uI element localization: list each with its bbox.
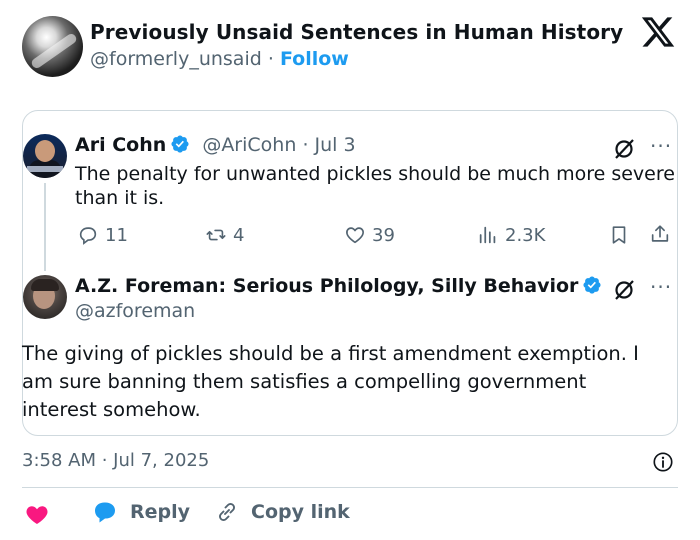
link-icon <box>219 503 235 521</box>
copy-link-label: Copy link <box>251 501 350 523</box>
more-options-icon[interactable]: ··· <box>650 134 672 158</box>
verified-badge-icon <box>583 276 601 294</box>
reply-icon <box>79 227 97 245</box>
retweet-count: 4 <box>233 224 245 246</box>
ari-cohn-avatar[interactable] <box>23 134 67 178</box>
reply-author-handle[interactable]: @azforeman <box>75 300 195 322</box>
account-handle[interactable]: @formerly_unsaid <box>90 48 262 70</box>
account-avatar[interactable] <box>22 16 83 77</box>
reply-author-name[interactable]: A.Z. Foreman: Serious Philology, Silly B… <box>75 275 578 297</box>
post-timestamp[interactable]: 3:58 AM · Jul 7, 2025 <box>22 450 209 471</box>
views-action[interactable]: 2.3K <box>477 224 545 246</box>
retweet-icon <box>206 229 226 241</box>
views-count: 2.3K <box>505 224 546 246</box>
share-icon[interactable] <box>649 223 671 245</box>
az-foreman-avatar[interactable] <box>23 275 67 319</box>
reply-tweet-text: The giving of pickles should be a first … <box>22 342 639 421</box>
like-icon <box>346 227 364 244</box>
comment-bubble-icon <box>95 502 115 523</box>
quoted-tweet-text: The penalty for unwanted pickles should … <box>75 163 675 209</box>
more-options-icon[interactable]: ··· <box>650 275 672 299</box>
quoted-tweet-date[interactable]: Jul 3 <box>315 134 356 156</box>
divider <box>22 487 678 488</box>
reply-button[interactable]: Reply <box>92 500 190 524</box>
views-icon <box>479 226 496 244</box>
quoted-tweet-header: Ari Cohn @AriCohn · Jul 3 <box>75 134 356 156</box>
reply-label: Reply <box>130 501 191 523</box>
like-action[interactable]: 39 <box>344 224 395 246</box>
follow-button[interactable]: Follow <box>280 48 349 70</box>
separator-dot: · <box>302 134 309 156</box>
grok-icon[interactable] <box>612 278 636 302</box>
bookmark-icon[interactable] <box>608 224 630 246</box>
retweet-action[interactable]: 4 <box>205 224 244 246</box>
separator-dot: · <box>267 48 274 70</box>
account-handle-line: @formerly_unsaid · Follow <box>90 48 349 70</box>
account-display-name[interactable]: Previously Unsaid Sentences in Human His… <box>90 20 623 44</box>
copy-link-button[interactable]: Copy link <box>215 500 350 524</box>
quoted-author-handle[interactable]: @AriCohn <box>202 134 296 156</box>
reply-action[interactable]: 11 <box>77 224 128 246</box>
like-count: 39 <box>372 224 395 246</box>
thread-connector-line <box>44 183 46 271</box>
reply-tweet-header: A.Z. Foreman: Serious Philology, Silly B… <box>75 275 602 297</box>
x-logo-icon[interactable] <box>640 14 676 50</box>
heart-icon[interactable] <box>25 503 49 525</box>
info-icon[interactable] <box>652 451 674 473</box>
grok-icon[interactable] <box>612 137 636 161</box>
verified-badge-icon <box>171 135 189 153</box>
quoted-author-name[interactable]: Ari Cohn <box>75 134 166 156</box>
reply-count: 11 <box>105 224 128 246</box>
